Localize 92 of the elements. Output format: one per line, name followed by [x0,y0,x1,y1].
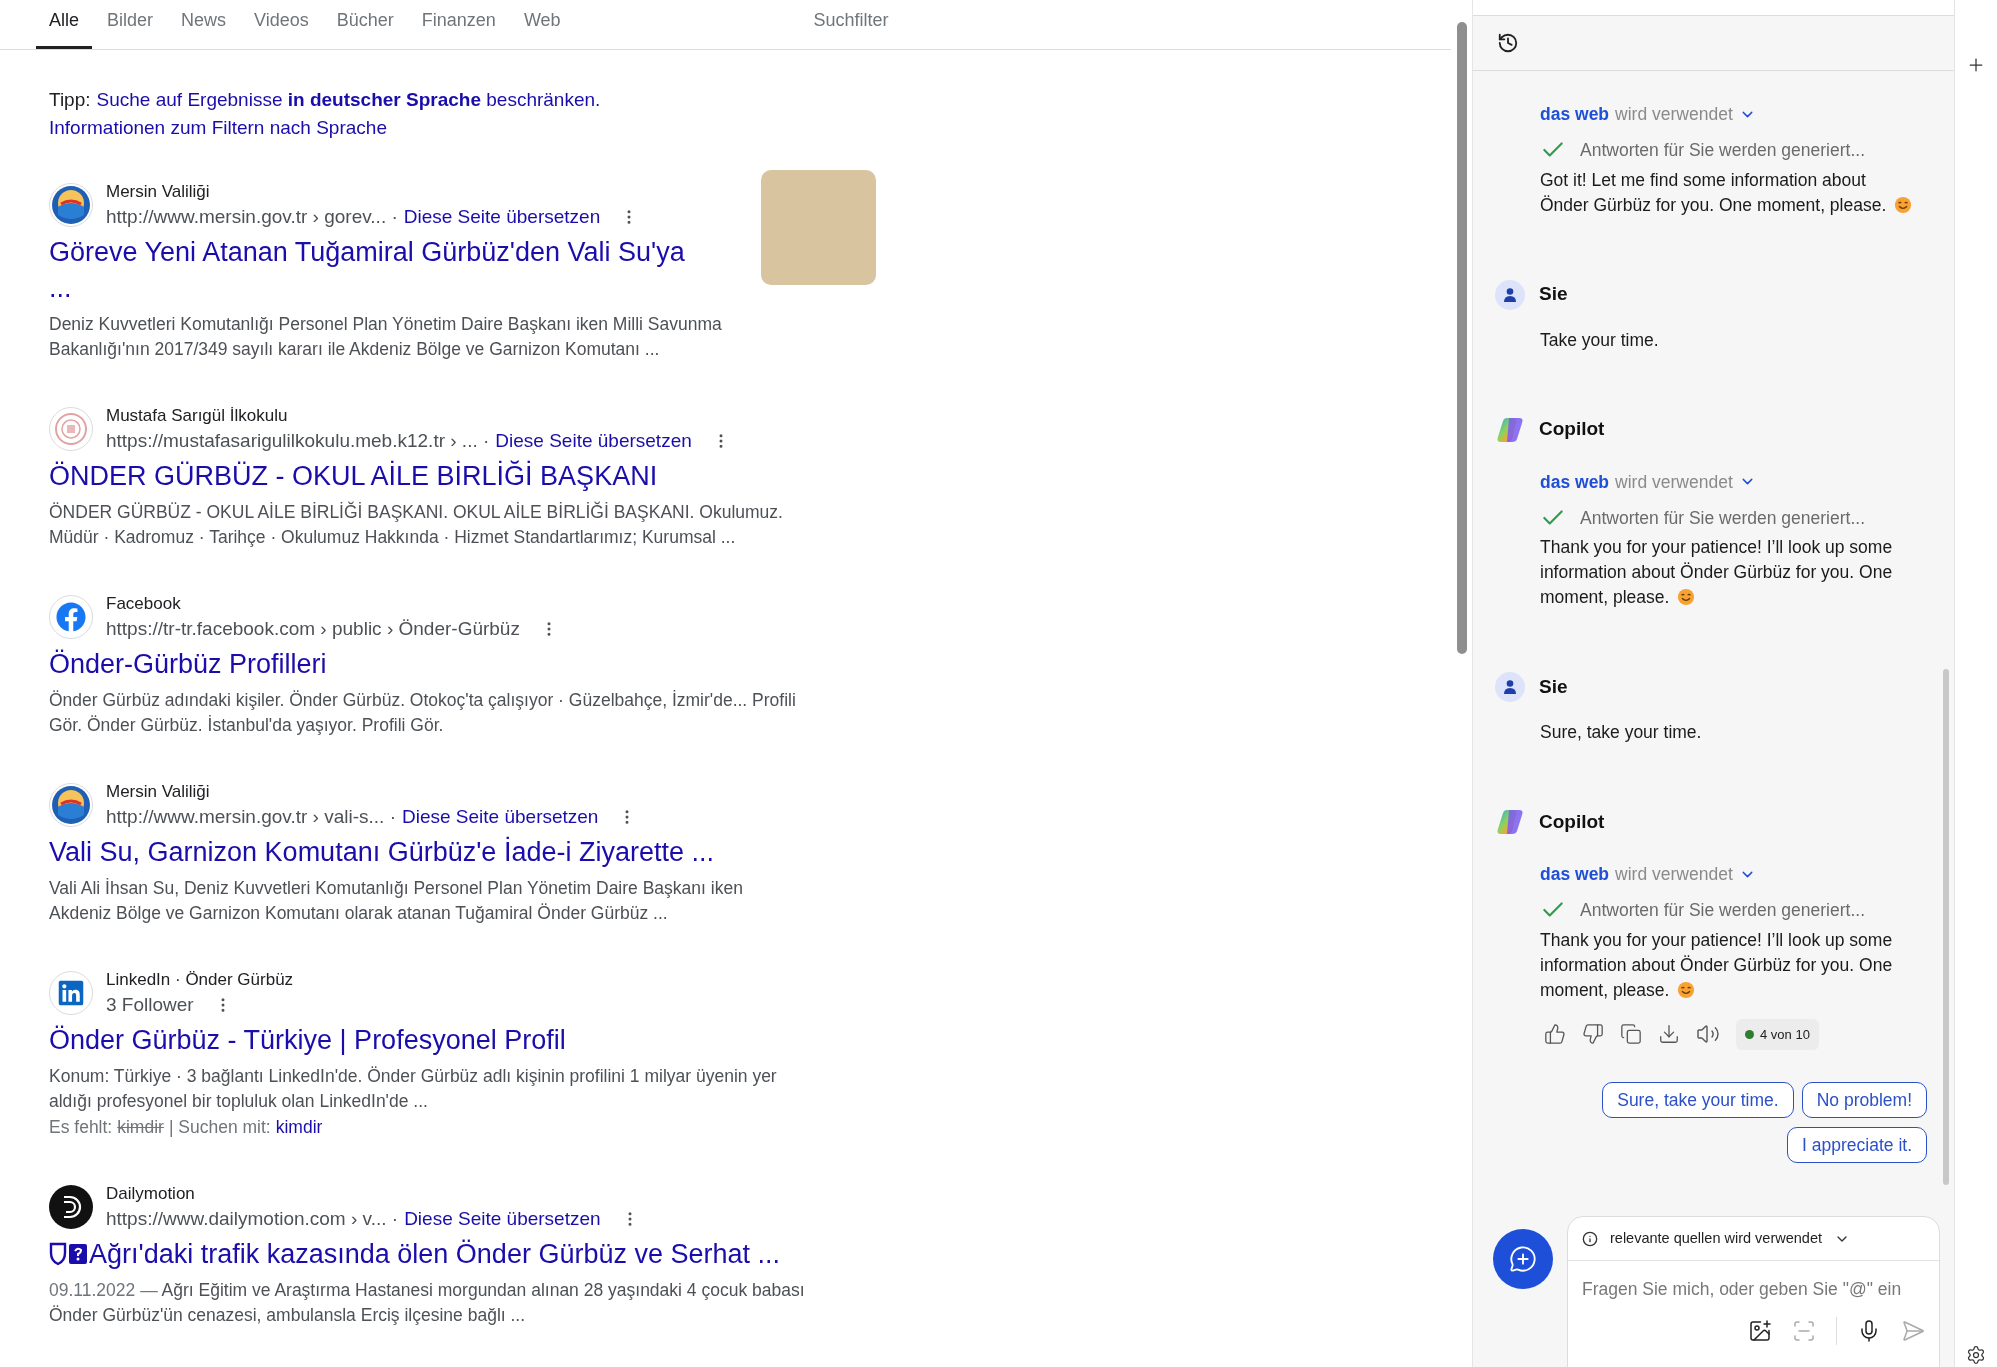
smiling-face-icon [1894,195,1913,214]
result-url: http://www.mersin.gov.tr › gorev... · [106,205,398,229]
info-icon[interactable] [1582,1230,1598,1247]
source-link[interactable]: das web [1540,468,1610,495]
chat-scrollbar-thumb[interactable] [1943,669,1949,1185]
search-tab[interactable]: Finanzen [408,7,509,49]
result-snippet: 09.11.2022 — Ağrı Eğitim ve Araştırma Hastanesi morgundan alınan 28 yaşındaki 4 çocuk babası Önder Gürbüz'ün cenazesi, ambulansla Erciş ilçesine bağlı ... [49,1279,806,1327]
site-logo-icon [49,183,93,227]
missing-term: kimdir [117,1116,164,1139]
result-snippet: Deniz Kuvvetleri Komutanlığı Personel Plan Yönetim Daire Başkanı iken Milli Savunma Bakanlığı'nın 2017/349 sayılı kararı ile Akdeniz Bölge ve Garnizon Komutanı ... [49,313,723,361]
search-tab[interactable]: Web [510,7,574,49]
copy-icon[interactable] [1620,1023,1642,1046]
site-logo-icon [49,783,93,827]
site-name: Mersin Valiliği [106,181,211,203]
result-url: https://www.dailymotion.com › v... · [106,1207,399,1231]
copilot-logo-icon [1495,807,1525,837]
user-avatar-icon [1495,279,1525,310]
history-icon[interactable] [1497,32,1519,54]
result-title[interactable]: Vali Su, Garnizon Komutanı Gürbüz'e İade-i Ziyarette ... [49,834,714,870]
translate-link[interactable]: Diese Seite übersetzen [402,804,599,830]
search-with-link[interactable]: kimdir [275,1114,323,1140]
result-title[interactable]: ÖNDER GÜRBÜZ - OKUL AİLE BİRLİĞİ BAŞKANI [49,458,658,494]
smiling-face-icon [1677,588,1696,606]
new-chat-button[interactable] [1493,1229,1553,1289]
add-image-icon[interactable] [1748,1319,1772,1343]
settings-icon[interactable] [1966,1345,1986,1365]
message-text: Take your time. [1540,328,1660,352]
thumbs-up-icon[interactable] [1544,1023,1566,1046]
message-author: Sie [1539,674,1568,699]
result-snippet: Önder Gürbüz adındaki kişiler. Önder Gürbüz. Otokoç'ta çalışıyor · Güzelbahçe, İzmir'de... Profili Gör. Önder Gürbüz. İstanbul'da yaşıyor. Profili Gör. [49,689,797,737]
result-url: http://www.mersin.gov.tr › vali-s... · [106,805,396,829]
source-link[interactable]: das web [1540,101,1610,128]
smiling-face-icon [1677,980,1696,999]
translate-link[interactable]: Diese Seite übersetzen [404,1206,601,1232]
result-title[interactable]: Göreve Yeni Atanan Tuğamiral Gürbüz'den Vali Su'ya ... [49,234,704,306]
progress-status: Antworten für Sie werden generiert... [1580,899,1865,923]
search-with-label: | Suchen mit: [168,1116,271,1139]
suggestion-chip[interactable]: No problem! [1801,1082,1927,1118]
message-author: Copilot [1539,417,1605,442]
search-filter-button[interactable]: Suchfilter [813,7,889,49]
sources-label: relevante quellen wird verwendet [1610,1228,1822,1248]
result-snippet: ÖNDER GÜRBÜZ - OKUL AİLE BİRLİĞİ BAŞKANI. OKUL AİLE BİRLİĞİ BAŞKANI. Okulumuz. Müdür · Kadromuz · Tarihçe · Okulumuz Hakkında · Hizmet Standartlarımız; Kurumsal ... [49,500,784,549]
message-text: Thank you for your patience! I’ll look up some information about Önder Gürbüz for you. One moment, please. [1540,928,1894,1002]
source-status: wird verwendet [1615,103,1733,126]
suggestion-chip[interactable]: I appreciate it. [1787,1127,1927,1163]
site-name: Mustafa Sarıgül İlkokulu [106,405,289,427]
search-tab[interactable]: Bilder [94,7,167,49]
result-url: https://mustafasarigulilkokulu.meb.k12.tr › ... · [106,429,490,453]
translate-link[interactable]: Diese Seite übersetzen [495,428,692,454]
site-name: Facebook [106,593,182,615]
user-avatar-icon [1495,672,1525,702]
thumbs-down-icon[interactable] [1582,1023,1604,1046]
result-title[interactable]: Önder Gürbüz - Türkiye | Profesyonel Profil [49,1022,566,1058]
progress-status: Antworten für Sie werden generiert... [1580,506,1865,530]
source-link[interactable]: das web [1540,861,1610,888]
site-logo-icon [49,1185,93,1229]
counter-text: 4 von 10 [1760,1025,1810,1044]
site-logo-icon [49,407,93,451]
site-name: Mersin Valiliği [106,781,211,803]
source-status: wird verwendet [1615,863,1733,886]
result-title[interactable]: Ağrı'daki trafik kazasında ölen Önder Gürbüz ve Serhat ... [89,1236,780,1272]
language-info-link[interactable]: Informationen zum Filtern nach Sprache [49,114,387,142]
site-logo-icon [49,971,93,1015]
suggestion-chip[interactable]: Sure, take your time. [1602,1082,1794,1118]
search-tab[interactable]: Videos [241,7,322,49]
message-text: Got it! Let me find some information about Önder Gürbüz for you. One moment, please. [1540,167,1915,218]
message-author: Copilot [1539,809,1605,834]
result-url: 3 Follower [106,993,194,1017]
message-input[interactable]: Fragen Sie mich, oder geben Sie "@" ein [1582,1271,1925,1307]
search-tab[interactable]: Bücher [323,7,407,49]
download-icon[interactable] [1658,1023,1680,1046]
site-name: LinkedIn · Önder Gürbüz [106,969,294,991]
site-logo-icon [49,595,93,639]
progress-status: Antworten für Sie werden generiert... [1580,139,1865,163]
shield-icon [49,1241,89,1267]
result-title[interactable]: Önder-Gürbüz Profilleri [49,646,327,682]
site-name: Dailymotion [106,1183,196,1205]
scrollbar-thumb[interactable] [1456,22,1467,654]
search-tab[interactable]: Alle [36,7,92,49]
source-status: wird verwendet [1615,470,1733,494]
chat-plus-icon [1509,1245,1537,1273]
result-snippet: Vali Ali İhsan Su, Deniz Kuvvetleri Komutanlığı Personel Plan Yönetim Daire Başkanı iken Akdeniz Bölge ve Garnizon Komutanı olarak atanan Tuğamiral Önder Gürbüz ... [49,877,744,925]
message-text: Sure, take your time. [1540,721,1703,744]
missing-label: Es fehlt: [49,1116,113,1139]
search-tab[interactable]: News [168,7,240,49]
message-text: Thank you for your patience! I’ll look up some information about Önder Gürbüz for you. One moment, please. [1540,536,1894,609]
translate-link[interactable]: Diese Seite übersetzen [403,204,601,230]
message-author: Sie [1539,282,1568,307]
result-snippet: Konum: Türkiye · 3 bağlantı LinkedIn'de. Önder Gürbüz adlı kişinin profilini 1 milyar üyenin yer aldığı profesyonel bir topluluk olan LinkedIn'de ... [49,1065,778,1113]
tip-label: Tipp: [49,88,91,112]
language-filter-link[interactable]: Suche auf Ergebnisse in deutscher Sprache beschränken. [96,86,601,114]
result-url: https://tr-tr.facebook.com › public › Önder-Gürbüz [106,617,520,641]
